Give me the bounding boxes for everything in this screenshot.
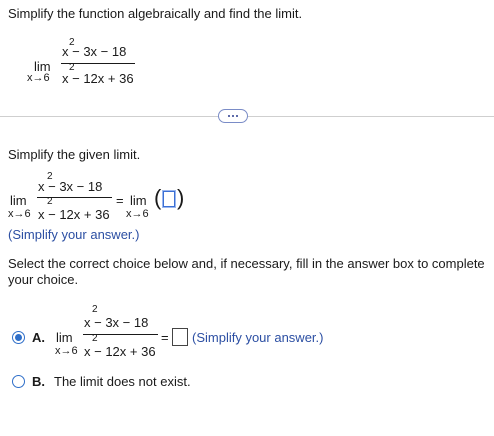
choice-a-radio[interactable]	[12, 331, 25, 344]
numerator: x − 3x − 18	[38, 179, 103, 194]
rhs-approach-label: x→6	[126, 208, 149, 220]
rhs-lim-label: lim	[130, 193, 147, 208]
choice-instruction-line2: your choice.	[8, 272, 79, 287]
numerator: x − 3x − 18	[62, 44, 127, 59]
choice-b-letter: B.	[32, 374, 45, 389]
numerator: x − 3x − 18	[84, 315, 149, 330]
choice-a-letter: A.	[32, 330, 45, 345]
dot-icon	[232, 115, 234, 117]
dot-icon	[236, 115, 238, 117]
lim-label: lim	[10, 193, 27, 208]
numerator-exponent: 2	[92, 304, 98, 315]
choice-instruction-line1: Select the correct choice below and, if …	[8, 256, 485, 271]
question-prompt: Simplify the function algebraically and …	[8, 6, 303, 21]
dot-icon	[228, 115, 230, 117]
denominator: x − 12x + 36	[62, 71, 134, 86]
more-button[interactable]	[218, 109, 248, 123]
lim-label: lim	[56, 330, 73, 345]
simplify-heading: Simplify the given limit.	[8, 147, 141, 162]
choice-a-hint: (Simplify your answer.)	[192, 330, 324, 345]
right-paren: )	[177, 185, 185, 210]
left-paren: (	[154, 185, 162, 210]
choice-b-radio[interactable]	[12, 375, 25, 388]
equals-sign: =	[161, 330, 169, 345]
denominator: x − 12x + 36	[84, 344, 156, 359]
choice-b-text: The limit does not exist.	[54, 374, 191, 389]
simplify-hint: (Simplify your answer.)	[8, 227, 140, 242]
approach-label: x→6	[27, 72, 50, 84]
approach-label: x→6	[8, 208, 31, 220]
denominator-exponent: 2	[47, 196, 53, 207]
simplify-answer-input[interactable]	[163, 191, 175, 207]
equals-sign: =	[116, 193, 124, 208]
approach-label: x→6	[55, 345, 78, 357]
denominator: x − 12x + 36	[38, 207, 110, 222]
denominator-exponent: 2	[92, 333, 98, 344]
choice-a-answer-input[interactable]	[172, 328, 188, 346]
